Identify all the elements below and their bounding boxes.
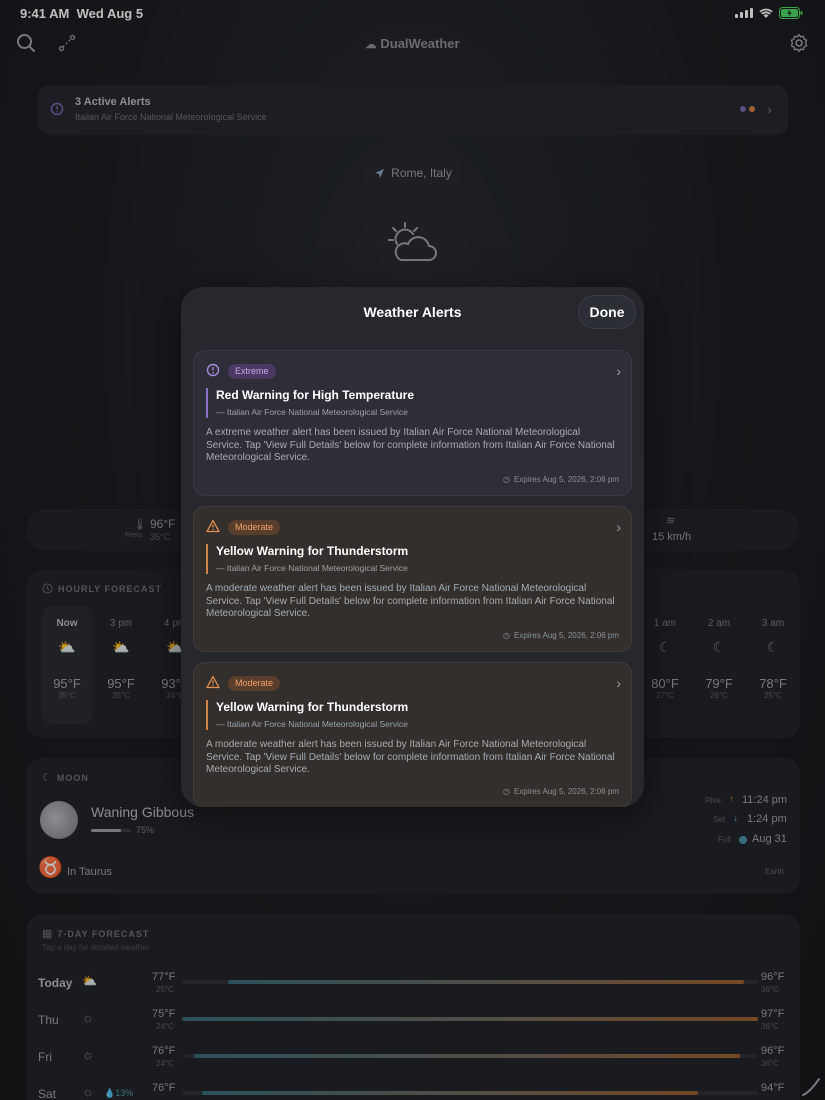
warning-triangle-icon	[206, 519, 220, 533]
weather-alerts-modal: Weather Alerts Done Extreme › Red Warnin…	[181, 287, 644, 807]
clock-icon: ◷	[503, 631, 511, 640]
alert-title: Yellow Warning for Thunderstorm	[216, 700, 409, 714]
chevron-right-icon: ›	[616, 519, 621, 535]
clock-icon: ◷	[503, 787, 511, 796]
alert-accent-line	[206, 700, 208, 730]
alert-description: A moderate weather alert has been issued…	[206, 739, 615, 775]
severity-badge: Extreme	[228, 364, 276, 379]
alert-title: Red Warning for High Temperature	[216, 388, 415, 402]
alert-card[interactable]: Moderate › Yellow Warning for Thundersto…	[193, 506, 632, 652]
severity-badge: Moderate	[228, 520, 281, 535]
warning-triangle-icon	[206, 675, 220, 689]
alert-description: A extreme weather alert has been issued …	[206, 427, 615, 463]
chevron-right-icon: ›	[616, 675, 621, 691]
alert-expiry: ◷ Expires Aug 5, 2026, 2:06 pm	[503, 787, 619, 796]
clock-icon: ◷	[503, 475, 511, 484]
alert-title: Yellow Warning for Thunderstorm	[216, 544, 409, 558]
alert-expiry: ◷ Expires Aug 5, 2026, 2:06 pm	[503, 475, 619, 484]
alert-card[interactable]: Moderate › Yellow Warning for Thundersto…	[193, 662, 632, 807]
alert-description: A moderate weather alert has been issued…	[206, 583, 615, 619]
modal-title: Weather Alerts	[363, 304, 462, 320]
alert-source: — Italian Air Force National Meteorologi…	[216, 407, 408, 417]
alert-badge-icon	[206, 363, 220, 377]
alert-source: — Italian Air Force National Meteorologi…	[216, 563, 408, 573]
done-button[interactable]: Done	[578, 295, 636, 329]
alert-accent-line	[206, 388, 208, 418]
severity-badge: Moderate	[228, 676, 281, 691]
alert-card[interactable]: Extreme › Red Warning for High Temperatu…	[193, 350, 632, 496]
alert-expiry: ◷ Expires Aug 5, 2026, 2:06 pm	[503, 631, 619, 640]
chevron-right-icon: ›	[616, 363, 621, 379]
alert-accent-line	[206, 544, 208, 574]
alert-source: — Italian Air Force National Meteorologi…	[216, 719, 408, 729]
